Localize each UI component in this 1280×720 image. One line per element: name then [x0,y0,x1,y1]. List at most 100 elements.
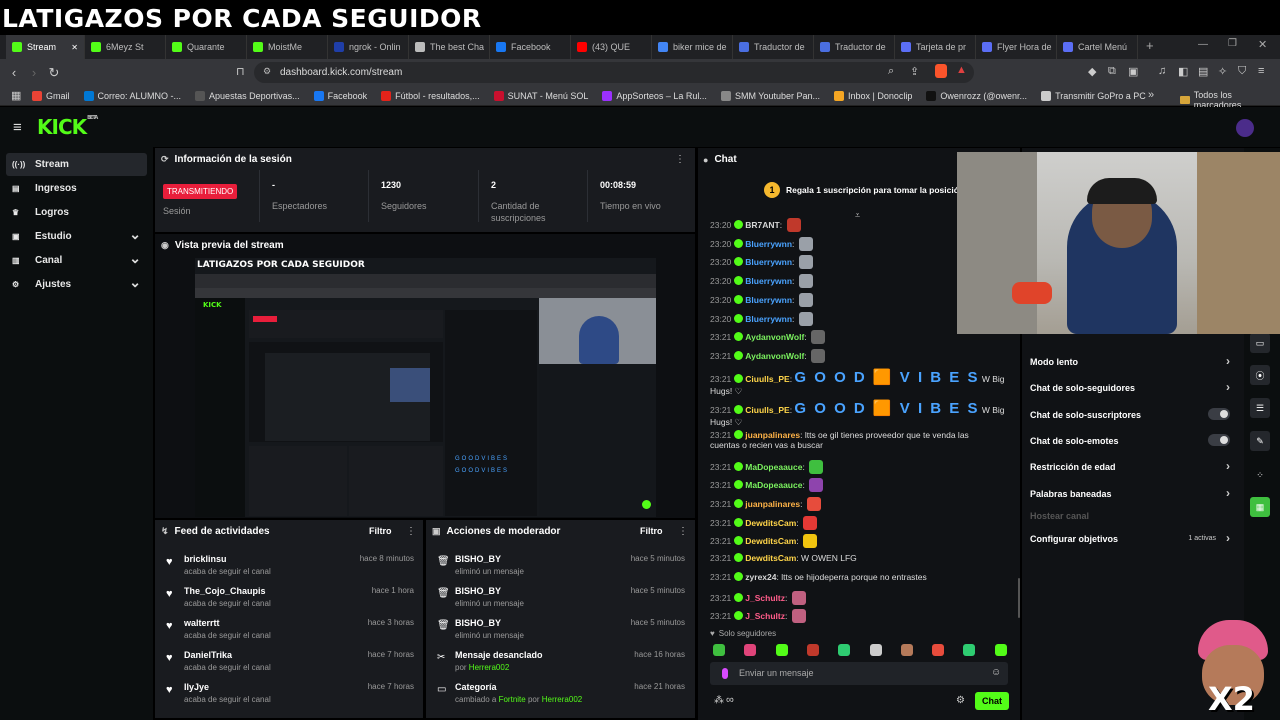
chat-message[interactable]: 23:21 Ciuulls_PE: G O O D 🟧 V I B E S W B… [710,399,1008,428]
menu-icon[interactable]: ≡ [1258,65,1264,77]
chat-message-user[interactable]: DewditsCam [745,536,796,546]
activity-item[interactable]: ♥ IlyJye acaba de seguir el canal hace 7 ho… [166,682,416,704]
bookmark-item[interactable]: Transmitir GoPro a PC [1041,90,1146,101]
user-avatar[interactable] [1236,119,1254,137]
back-icon[interactable]: ‹ [4,65,24,80]
send-chat-button[interactable]: Chat [975,692,1009,710]
leo-icon[interactable]: ✧ [1218,65,1227,78]
chat-message[interactable]: 23:21 DewditsCam: W OWEN LFG [710,553,1008,563]
browser-tab[interactable]: Facebook [490,35,571,59]
chat-setting-item[interactable]: Restricción de edad › [1030,459,1230,473]
mod-action-item[interactable]: 🗑 BISHO_BY eliminó un mensaje hace 5 minuto… [437,618,687,640]
close-tab-icon[interactable]: ✕ [71,43,78,52]
chat-message[interactable]: 23:21 MaDopeaauce: [710,459,1008,474]
chevron-down-icon[interactable]: ⌄ [129,274,141,291]
quick-emote-icon[interactable] [838,644,851,656]
bookmark-item[interactable]: AppSorteos – La Rul... [602,90,707,101]
chat-setting-item[interactable]: Chat de solo-suscriptores [1030,408,1230,420]
chat-message[interactable]: 23:21 DewditsCam: [710,534,1008,549]
chevron-down-icon[interactable]: ⌄ [129,226,141,243]
activity-item[interactable]: ♥ walterrtt acaba de seguir el canal hace 3… [166,618,416,640]
quick-emote-icon[interactable] [869,644,882,656]
chat-setting-item[interactable]: Modo lento › [1030,354,1230,368]
chat-settings-icon[interactable]: ⚙ [956,695,965,706]
quick-emote-icon[interactable] [744,644,757,656]
gift-banner-text[interactable]: Regala 1 suscripción para tomar la posic… [786,185,971,195]
sidebar-item-stream[interactable]: ((·)) Stream [6,153,147,176]
chat-message-user[interactable]: zyrex24 [745,572,776,582]
chat-message-user[interactable]: Bluerrywnn [745,239,792,249]
browser-tab[interactable]: ngrok - Onlin [328,35,409,59]
browser-tab[interactable]: Cartel Menú [1057,35,1138,59]
stream-preview-video[interactable]: LATIGAZOS POR CADA SEGUIDOR KICK GOODVIB… [195,258,656,517]
chat-message-user[interactable]: DewditsCam [745,518,796,528]
browser-tab[interactable]: Flyer Hora de [976,35,1057,59]
browser-tab[interactable]: Stream ✕ [6,35,85,59]
chevron-down-icon[interactable]: ⌄ [129,250,141,267]
browser-tab[interactable]: (43) QUE [571,35,652,59]
browser-tab[interactable]: Traductor de [733,35,814,59]
brave-rewards-icon[interactable]: ▲ [956,64,967,76]
chat-message-user[interactable]: Bluerrywnn [745,257,792,267]
browser-tab[interactable]: MoistMe [247,35,328,59]
bookmark-item[interactable]: Gmail [32,90,70,101]
minimize-icon[interactable]: — [1198,39,1208,50]
close-window-icon[interactable]: ✕ [1258,38,1267,51]
mod-action-user[interactable]: Herrera002 [469,663,509,672]
chat-message[interactable]: 23:21 DewditsCam: [710,515,1008,530]
chat-message[interactable]: 23:21 MaDopeaauce: [710,478,1008,493]
chat-message-user[interactable]: AydanvonWolf [745,332,804,342]
chat-message[interactable]: 23:21 zyrex24: ltts oe hijodeperra porque… [710,571,1008,582]
chat-message-user[interactable]: DewditsCam [745,553,796,563]
chat-message-user[interactable]: Ciuulls_PE [745,405,789,415]
mod-more-icon[interactable]: ⋮ [678,526,688,537]
chat-scrollbar[interactable] [1018,578,1020,618]
mod-action-game[interactable]: Fortnite [499,695,526,704]
wallet-icon[interactable]: ▤ [1198,65,1208,78]
brave-shield-icon[interactable] [935,64,947,78]
chat-toggle-icon[interactable]: ▭ [1250,333,1270,353]
browser-tab[interactable]: The best Cha [409,35,490,59]
media-icon[interactable]: ♫ [1158,65,1166,77]
broadcast-icon[interactable]: ⦿ [1250,365,1270,385]
sliders-icon[interactable]: ☰ [1250,398,1270,418]
capture-icon[interactable]: ▣ [1128,65,1138,78]
browser-tab[interactable]: Tarjeta de pr [895,35,976,59]
bookmark-item[interactable]: SMM Youtuber Pan... [720,90,820,101]
zoom-icon[interactable]: ⌕ [888,65,894,78]
quick-actions-icon[interactable]: ⁘ [1250,465,1270,485]
chat-setting-toggle[interactable] [1208,434,1230,446]
quick-emote-icon[interactable] [932,644,945,656]
chat-tools-icon[interactable]: ⁂ [714,695,724,706]
chat-message-user[interactable]: Ciuulls_PE [745,374,789,384]
mod-action-item[interactable]: 🗑 BISHO_BY eliminó un mensaje hace 5 minuto… [437,554,687,576]
chat-setting-item[interactable]: Palabras baneadas › [1030,486,1230,500]
chat-setting-toggle[interactable] [1208,408,1230,420]
chat-infinite-icon[interactable]: ∞ [726,694,734,706]
chat-message-user[interactable]: Bluerrywnn [745,295,792,305]
activity-item[interactable]: ♥ bricklinsu acaba de seguir el canal hace … [166,554,416,576]
bookmark-item[interactable]: Apuestas Deportivas... [195,90,300,101]
bookmark-item[interactable]: Inbox | Donoclip [834,90,912,101]
sidebar-item-estudio[interactable]: ▣ Estudio ⌄ [6,225,147,248]
share-icon[interactable]: ⇪ [910,65,919,78]
chat-input[interactable]: Enviar un mensaje ☺ [710,662,1008,685]
sidebar-item-canal[interactable]: ▥ Canal ⌄ [6,249,147,272]
browser-tab[interactable]: Traductor de [814,35,895,59]
browser-tab[interactable]: 6Meyz St [85,35,166,59]
quick-emote-icon[interactable] [806,644,819,656]
bookmark-item[interactable]: Owenrozz (@owenr... [926,90,1027,101]
activity-filter-button[interactable]: Filtro [369,526,392,536]
reload-icon[interactable]: ↻ [44,65,64,81]
bookmark-item[interactable]: Fútbol - resultados,... [381,90,480,101]
more-bookmarks-icon[interactable]: » [1148,89,1154,101]
kick-logo[interactable]: KICKBETA [37,115,98,139]
chat-message[interactable]: 23:21 J_Schultz: [710,590,1008,605]
mod-action-item[interactable]: 🗑 BISHO_BY eliminó un mensaje hace 5 minuto… [437,586,687,608]
bookmark-page-icon[interactable]: ⊓ [236,65,245,78]
quick-emote-icon[interactable] [900,644,913,656]
chat-message-user[interactable]: MaDopeaauce [745,462,802,472]
apps-grid-icon[interactable]: ▦ [11,89,21,102]
quick-emote-icon[interactable] [775,644,788,656]
chat-setting-item[interactable]: Chat de solo-seguidores › [1030,380,1230,394]
